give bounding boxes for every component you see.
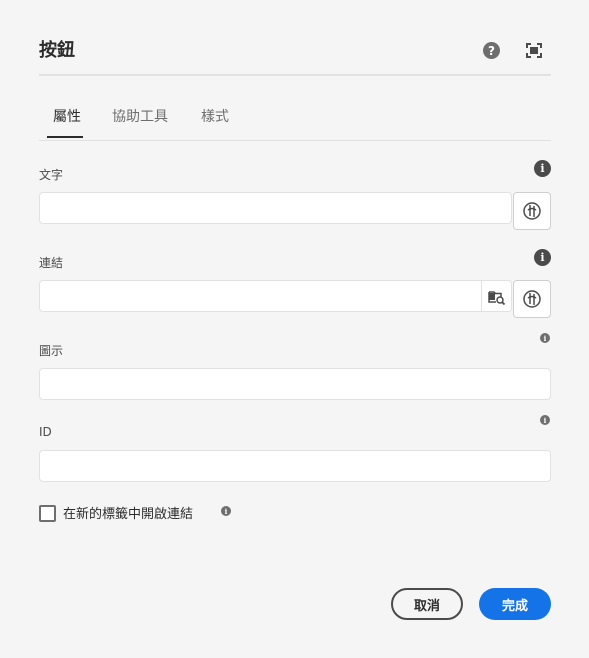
link-picker-button[interactable] xyxy=(481,281,511,311)
link-field xyxy=(39,280,512,312)
link-inherit-button[interactable] xyxy=(513,280,551,318)
link-label: 連結 xyxy=(39,256,64,270)
link-info-icon[interactable]: i xyxy=(534,249,551,266)
folder-search-icon xyxy=(487,290,505,305)
open-new-tab-info-icon[interactable]: i xyxy=(221,506,231,516)
icon-label: 圖示 xyxy=(39,344,64,358)
open-new-tab-checkbox[interactable] xyxy=(39,505,56,522)
icon-info-icon[interactable]: i xyxy=(540,333,550,343)
id-input[interactable] xyxy=(39,450,551,482)
cancel-button[interactable]: 取消 xyxy=(391,588,463,620)
dialog-title: 按鈕 xyxy=(39,40,75,61)
tab-styles[interactable]: 樣式 xyxy=(201,106,229,126)
text-input[interactable] xyxy=(39,192,512,224)
inherit-icon xyxy=(523,202,541,220)
fullscreen-icon[interactable] xyxy=(526,43,542,58)
text-label: 文字 xyxy=(39,168,64,182)
header-divider xyxy=(39,74,551,76)
active-tab-indicator xyxy=(47,136,83,138)
link-input[interactable] xyxy=(40,281,484,311)
help-icon[interactable]: ? xyxy=(483,42,500,59)
text-info-icon[interactable]: i xyxy=(534,160,551,177)
icon-input[interactable] xyxy=(39,368,551,400)
done-button[interactable]: 完成 xyxy=(479,588,551,620)
open-new-tab-label[interactable]: 在新的標籤中開啟連結 xyxy=(63,503,193,522)
id-info-icon[interactable]: i xyxy=(540,415,550,425)
text-inherit-button[interactable] xyxy=(513,192,551,230)
tab-bar: 屬性 協助工具 樣式 xyxy=(39,100,551,141)
id-label: ID xyxy=(39,425,52,439)
tab-properties[interactable]: 屬性 xyxy=(53,106,81,126)
inherit-icon xyxy=(523,290,541,308)
tab-accessibility[interactable]: 協助工具 xyxy=(112,106,168,126)
